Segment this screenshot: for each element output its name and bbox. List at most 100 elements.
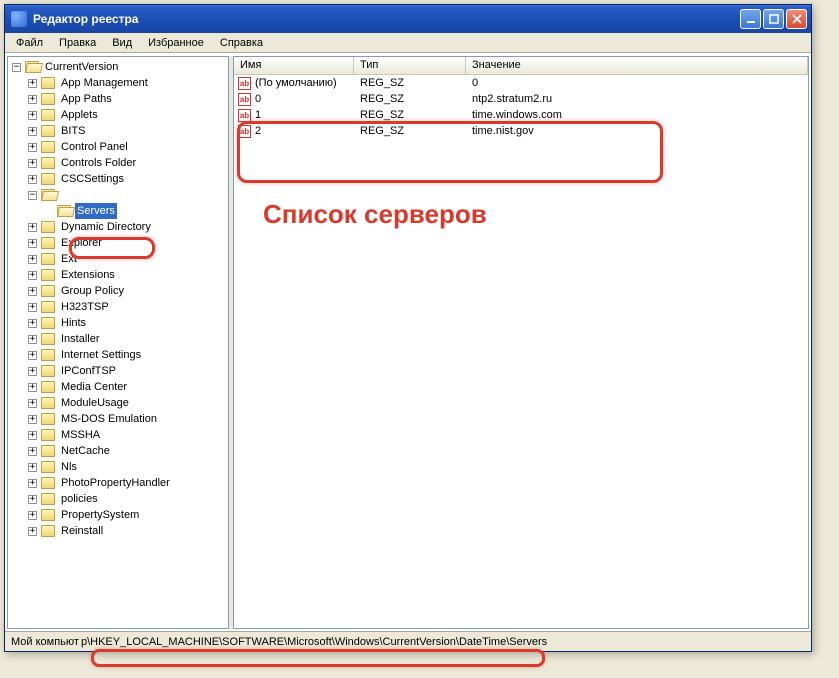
statusbar-path: p\HKEY_LOCAL_MACHINE\SOFTWARE\Microsoft\… <box>81 636 805 648</box>
tree-node[interactable]: +PropertySystem <box>10 507 226 523</box>
collapse-icon[interactable]: − <box>28 191 37 200</box>
tree-node-label: H323TSP <box>59 299 111 315</box>
expand-icon[interactable]: + <box>28 479 37 488</box>
tree-node[interactable]: +Media Center <box>10 379 226 395</box>
expand-icon[interactable]: + <box>28 383 37 392</box>
tree-node-label: Ext <box>59 251 79 267</box>
folder-open-icon <box>41 189 55 201</box>
expand-icon[interactable]: + <box>28 95 37 104</box>
tree-node-label: Reinstall <box>59 523 105 539</box>
value-type: REG_SZ <box>354 109 466 121</box>
menu-edit[interactable]: Правка <box>52 35 103 51</box>
tree-node-servers[interactable]: Servers <box>10 203 226 219</box>
tree-node[interactable]: + IPConfTSP <box>10 363 226 379</box>
expand-icon[interactable]: + <box>28 303 37 312</box>
folder-icon <box>41 477 55 489</box>
tree-node-label: App Management <box>59 75 150 91</box>
folder-icon <box>41 365 55 377</box>
expand-icon[interactable]: + <box>28 431 37 440</box>
tree-node[interactable]: + MSSHA <box>10 427 226 443</box>
list-row[interactable]: ab0REG_SZntp2.stratum2.ru <box>234 91 808 107</box>
tree-node-root[interactable]: − CurrentVersion <box>10 59 226 75</box>
folder-icon <box>41 493 55 505</box>
maximize-button[interactable] <box>763 9 784 29</box>
tree-node-datetime[interactable]: − DateTime <box>10 187 226 203</box>
expand-icon[interactable]: + <box>28 319 37 328</box>
tree-node-label: MSSHA <box>59 427 102 443</box>
tree-node[interactable]: +Internet Settings <box>10 347 226 363</box>
tree-node[interactable]: + Ext <box>10 251 226 267</box>
column-value[interactable]: Значение <box>466 57 808 74</box>
titlebar[interactable]: Редактор реестра <box>5 5 811 33</box>
tree-node[interactable]: +Group Policy <box>10 283 226 299</box>
expand-icon[interactable]: + <box>28 175 37 184</box>
tree-node[interactable]: +Hints <box>10 315 226 331</box>
value-data: 0 <box>466 77 808 89</box>
expand-icon[interactable]: + <box>28 127 37 136</box>
expand-icon[interactable]: + <box>28 111 37 120</box>
expand-icon[interactable]: + <box>28 367 37 376</box>
menu-file[interactable]: Файл <box>9 35 50 51</box>
expand-icon[interactable]: + <box>28 463 37 472</box>
value-type: REG_SZ <box>354 77 466 89</box>
expand-icon[interactable]: + <box>28 495 37 504</box>
column-name[interactable]: Имя <box>234 57 354 74</box>
tree-node[interactable]: +Applets <box>10 107 226 123</box>
folder-icon <box>41 525 55 537</box>
tree-node[interactable]: +Control Panel <box>10 139 226 155</box>
list-pane[interactable]: Имя Тип Значение ab (По умолчанию) REG_S… <box>233 56 809 629</box>
list-row[interactable]: ab1REG_SZtime.windows.com <box>234 107 808 123</box>
tree-node-label: CSCSettings <box>59 171 126 187</box>
tree-pane[interactable]: − CurrentVersion + App Management+App Pat… <box>7 56 229 629</box>
tree-node-label: IPConfTSP <box>59 363 118 379</box>
menu-favorites[interactable]: Избранное <box>141 35 211 51</box>
tree-node[interactable]: +Extensions <box>10 267 226 283</box>
tree-node[interactable]: +NetCache <box>10 443 226 459</box>
collapse-icon[interactable]: − <box>12 63 21 72</box>
expand-icon[interactable]: + <box>28 159 37 168</box>
tree-node[interactable]: +Explorer <box>10 235 226 251</box>
tree-node[interactable]: +Installer <box>10 331 226 347</box>
menu-view[interactable]: Вид <box>105 35 139 51</box>
folder-icon <box>41 429 55 441</box>
tree-node-label: ModuleUsage <box>59 395 131 411</box>
expand-icon[interactable]: + <box>28 223 37 232</box>
list-row-default[interactable]: ab (По умолчанию) REG_SZ 0 <box>234 75 808 91</box>
tree-node[interactable]: + ModuleUsage <box>10 395 226 411</box>
tree-node[interactable]: + App Management <box>10 75 226 91</box>
tree-node[interactable]: +App Paths <box>10 91 226 107</box>
minimize-button[interactable] <box>740 9 761 29</box>
folder-icon <box>41 397 55 409</box>
tree-node[interactable]: + H323TSP <box>10 299 226 315</box>
tree-node[interactable]: + Reinstall <box>10 523 226 539</box>
folder-icon <box>41 349 55 361</box>
tree-node[interactable]: +PhotoPropertyHandler <box>10 475 226 491</box>
tree-node[interactable]: +Nls <box>10 459 226 475</box>
expand-icon[interactable]: + <box>28 271 37 280</box>
close-button[interactable] <box>786 9 807 29</box>
string-value-icon: ab <box>238 93 251 106</box>
expand-icon[interactable]: + <box>28 447 37 456</box>
expand-icon[interactable]: + <box>28 255 37 264</box>
expand-icon[interactable]: + <box>28 511 37 520</box>
expand-icon[interactable]: + <box>28 287 37 296</box>
menu-help[interactable]: Справка <box>213 35 270 51</box>
tree-node[interactable]: +Dynamic Directory <box>10 219 226 235</box>
tree-node[interactable]: +policies <box>10 491 226 507</box>
expand-icon[interactable]: + <box>28 239 37 248</box>
expand-icon[interactable]: + <box>28 415 37 424</box>
expand-icon[interactable]: + <box>28 351 37 360</box>
tree-node[interactable]: +Controls Folder <box>10 155 226 171</box>
registry-editor-window: Редактор реестра Файл Правка Вид Избранн… <box>4 4 812 652</box>
expand-icon[interactable]: + <box>28 335 37 344</box>
tree-node[interactable]: +BITS <box>10 123 226 139</box>
tree-node[interactable]: + CSCSettings <box>10 171 226 187</box>
column-type[interactable]: Тип <box>354 57 466 74</box>
tree-node[interactable]: +MS-DOS Emulation <box>10 411 226 427</box>
expand-icon[interactable]: + <box>28 79 37 88</box>
expand-icon[interactable]: + <box>28 399 37 408</box>
list-row[interactable]: ab2REG_SZtime.nist.gov <box>234 123 808 139</box>
folder-icon <box>41 109 55 121</box>
expand-icon[interactable]: + <box>28 527 37 536</box>
expand-icon[interactable]: + <box>28 143 37 152</box>
